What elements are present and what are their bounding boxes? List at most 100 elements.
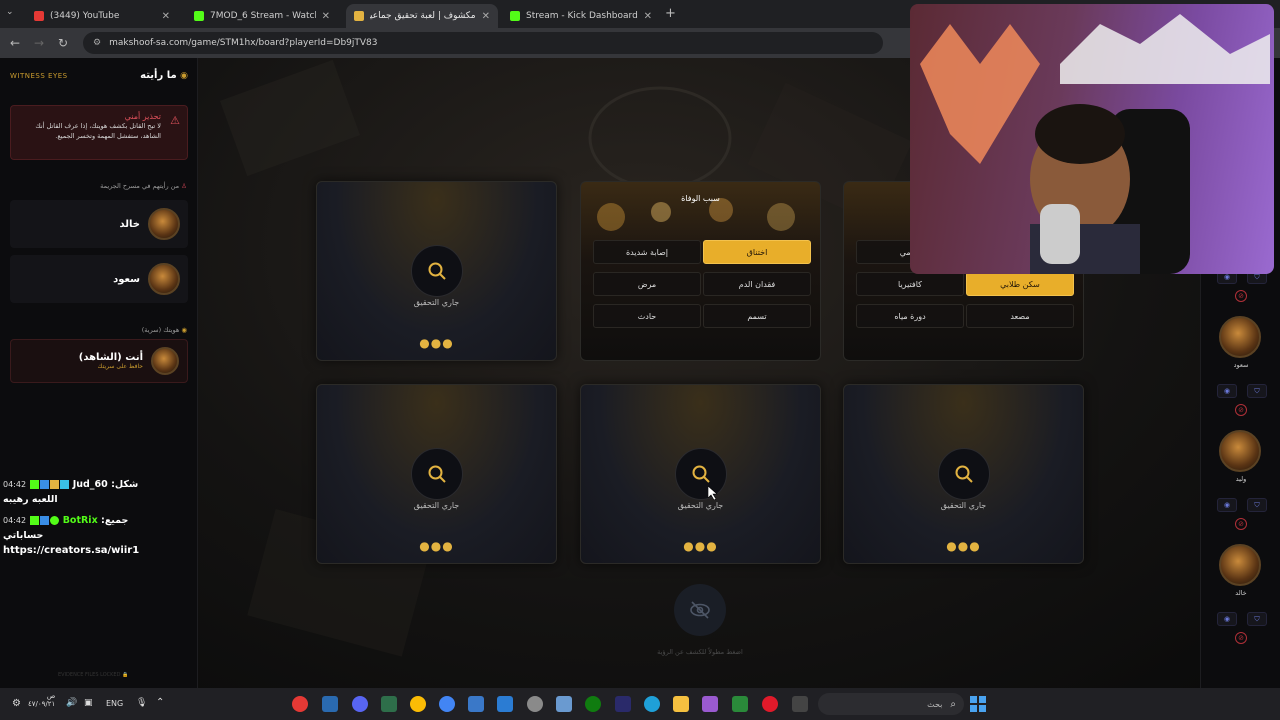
chat-link[interactable]: https://creators.sa/wiir1 [3,545,139,556]
magnifier-icon [675,448,727,500]
url-field[interactable]: ⚙ makshoof-sa.com/game/STM1hx/board?play… [83,32,883,54]
gear-icon[interactable] [527,696,543,712]
taskbar-search[interactable]: بحث ⌕ [818,693,964,715]
eye-icon[interactable]: ◉ [1217,498,1237,512]
app-icon[interactable] [468,696,484,712]
option-illness[interactable]: مرض [593,272,701,296]
mic-icon[interactable]: 🎙 [136,698,147,708]
tab-makshoof[interactable]: مكشوف | لعبة تحقيق جماعية ✕ [346,4,498,28]
evidence-card[interactable]: جاري التحقيق ●●● [843,384,1084,564]
identity-section-label: هويتك (سرية) ◉ [142,326,187,334]
forward-arrow-icon[interactable]: → [27,36,51,50]
option-severe-injury[interactable]: إصابة شديدة [593,240,701,264]
player-name: سعود [113,273,140,285]
close-icon[interactable]: ✕ [162,11,170,22]
seen-player-card[interactable]: سعود [10,255,188,303]
opera-icon[interactable] [762,696,778,712]
tab-youtube[interactable]: (3449) YouTube ✕ [26,4,178,28]
eye-icon[interactable]: ◉ [1217,384,1237,398]
chat-line: اللعبه رهيبه [3,494,58,505]
remove-icon[interactable]: ⊘ [1235,632,1247,644]
edge-icon[interactable] [644,696,660,712]
close-icon[interactable]: ✕ [482,11,490,22]
new-tab-button[interactable]: + [665,6,676,21]
chrome-icon[interactable] [410,696,426,712]
site-info-icon[interactable]: ⚙ [93,38,101,48]
eye-icon[interactable]: ◉ [1217,612,1237,626]
option-blood-loss[interactable]: فقدان الدم [703,272,811,296]
rail-player-name: سعود [1233,361,1249,369]
magnifier-icon [411,448,463,500]
network-icon[interactable]: ▣ [84,698,93,708]
back-arrow-icon[interactable]: ← [3,36,27,50]
chrome-icon[interactable] [439,696,455,712]
option-restroom[interactable]: دورة مياه [856,304,964,328]
rail-player-name: وليد [1235,475,1247,483]
option-poisoning[interactable]: تسمم [703,304,811,328]
evidence-card[interactable]: جاري التحقيق ●●● [316,181,557,361]
remove-icon[interactable]: ⊘ [1235,518,1247,530]
seen-section-text: من رأيتهم في مسرح الجريمة [100,182,180,190]
magnifier-icon [938,448,990,500]
discord-icon[interactable] [352,696,368,712]
language-indicator[interactable]: ENG [106,699,123,708]
tab-7mod-stream[interactable]: 7MOD_6 Stream - Watch Live o ✕ [186,4,338,28]
option-suffocation[interactable]: اختناق [703,240,811,264]
chat-time: 04:42 [3,516,27,525]
avatar [1219,430,1261,472]
avatar [151,347,179,375]
url-text: makshoof-sa.com/game/STM1hx/board?player… [109,38,378,48]
folder-icon[interactable] [673,696,689,712]
clock[interactable]: ص ٤٧/٠٩/٢١ [28,692,55,708]
close-icon[interactable]: ✕ [322,11,330,22]
xbox-icon[interactable] [585,696,601,712]
reveal-button[interactable] [674,584,726,636]
option-cafeteria[interactable]: كافتيريا [856,272,964,296]
app-icon[interactable] [792,696,808,712]
app-icon[interactable] [732,696,748,712]
option-dorm[interactable]: سكن طلابي [966,272,1074,296]
remove-icon[interactable]: ⊘ [1235,290,1247,302]
shield-icon[interactable]: ⛉ [1247,384,1267,398]
settings-icon[interactable]: ⚙ [12,698,21,709]
option-elevator[interactable]: مصعد [966,304,1074,328]
outlook-icon[interactable] [497,696,513,712]
search-label: بحث [927,699,943,709]
windows-start-icon[interactable] [970,696,986,712]
self-identity-card: أنت (الشاهد) حافظ على سريتك [10,339,188,383]
player-actions: ◉ ⛉ [1217,498,1267,512]
rail-player[interactable]: خالد [1219,544,1263,597]
seen-player-card[interactable]: خالد [10,200,188,248]
evidence-card[interactable]: جاري التحقيق ●●● [580,384,821,564]
remove-icon[interactable]: ⊘ [1235,404,1247,416]
footer-text: EVIDENCE FILES LOCKED [58,672,121,678]
shield-icon[interactable]: ⛉ [1247,612,1267,626]
card-status: جاري التحقيق [413,298,460,307]
avatar [148,263,180,295]
chevron-up-icon[interactable]: ⌃ [156,697,164,708]
close-icon[interactable]: ✕ [644,11,652,22]
rail-player-name: خالد [1235,589,1247,597]
reload-icon[interactable]: ↻ [51,36,75,50]
kick-icon [194,11,204,21]
tab-list-button[interactable]: ⌄ [6,7,14,17]
badge-icon [40,480,50,489]
shield-icon[interactable]: ⛉ [1247,498,1267,512]
evidence-card[interactable]: جاري التحقيق ●●● [316,384,557,564]
option-accident[interactable]: حادث [593,304,701,328]
identity-section-text: هويتك (سرية) [141,326,180,334]
steam-icon[interactable] [322,696,338,712]
app-icon[interactable] [381,696,397,712]
tab-kick-dashboard[interactable]: Stream - Kick Dashboard ✕ [502,4,660,28]
badge-icon [50,480,60,489]
volume-icon[interactable]: 🔊 [66,698,77,708]
app-icon[interactable] [292,696,308,712]
store-icon[interactable] [615,696,631,712]
rail-player[interactable]: وليد [1219,430,1263,483]
magnifier-icon [411,245,463,297]
loading-dots: ●●● [946,539,981,553]
rail-player[interactable]: سعود [1219,316,1263,369]
app-icon[interactable] [556,696,572,712]
tab-title: مكشوف | لعبة تحقيق جماعية [370,11,476,21]
app-icon[interactable] [702,696,718,712]
